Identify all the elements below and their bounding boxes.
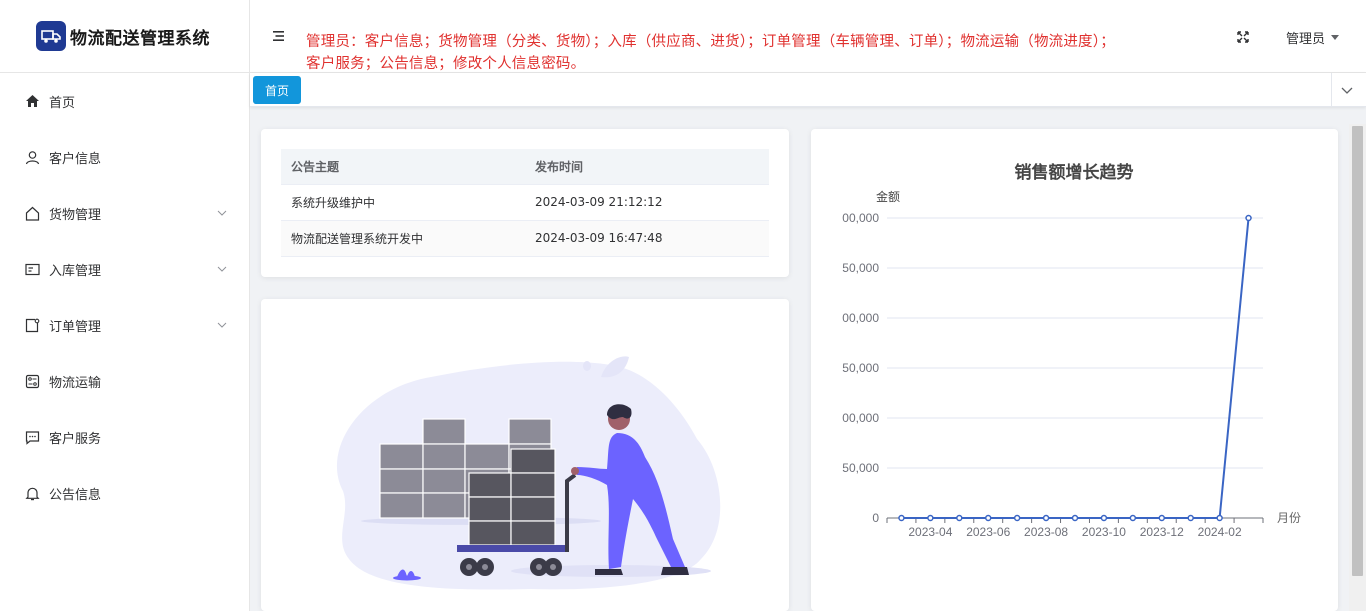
data-point[interactable] — [898, 514, 905, 522]
logo: 物流配送管理系统 — [0, 0, 249, 73]
sidebar-item-label: 物流运输 — [49, 375, 102, 391]
sidebar-item-orders[interactable]: 订单管理 — [0, 297, 249, 353]
sidebar-item-service[interactable]: 客户服务 — [0, 409, 249, 465]
notice-title: 物流配送管理系统开发中 — [281, 220, 525, 257]
notice-title: 系统升级维护中 — [281, 184, 525, 221]
sidebar-item-customers[interactable]: 客户信息 — [0, 129, 249, 185]
house-icon — [24, 205, 40, 221]
table-header-row: 公告主题 发布时间 — [281, 149, 769, 185]
sidebar-item-label: 客户信息 — [49, 151, 102, 167]
notice-time: 2024-03-09 21:12:12 — [525, 184, 769, 221]
sidebar-item-label: 首页 — [49, 95, 76, 111]
notice-line-2: 客户服务；公告信息；修改个人信息密码。 — [306, 56, 586, 72]
x-tick-label: 2023-12 — [1140, 525, 1184, 539]
data-point[interactable] — [1100, 514, 1108, 522]
y-tick-label: 50,000 — [842, 261, 879, 275]
fullscreen-icon[interactable] — [1236, 30, 1250, 44]
sidebar-item-home[interactable]: 首页 — [0, 73, 249, 129]
notice-time: 2024-03-09 16:47:48 — [525, 220, 769, 257]
y-tick-label: 50,000 — [842, 361, 879, 375]
top-header: 管理员：客户信息；货物管理（分类、货物）；入库（供应商、进货）；订单管理（车辆管… — [250, 0, 1366, 73]
chat-icon — [24, 429, 40, 445]
user-dropdown[interactable]: 管理员 — [1286, 28, 1340, 47]
y-tick-label: 0 — [872, 511, 879, 525]
data-point[interactable] — [984, 514, 992, 522]
delivery-worker-illustration — [336, 356, 721, 590]
y-tick-label: 00,000 — [842, 211, 879, 225]
sidebar: 物流配送管理系统 首页 客户信息 货物管理 入库管理 订单管理 物流运输 客户服… — [0, 0, 250, 611]
x-tick-label: 2023-08 — [1024, 525, 1068, 539]
user-icon — [24, 149, 40, 165]
truck-logo-icon — [36, 21, 66, 51]
chevron-down-icon — [217, 322, 227, 328]
notices-table: 公告主题 发布时间 系统升级维护中 2024-03-09 21:12:12 物流… — [281, 149, 769, 257]
sidebar-item-announcements[interactable]: 公告信息 — [0, 465, 249, 521]
sidebar-menu: 首页 客户信息 货物管理 入库管理 订单管理 物流运输 客户服务 公告信息 — [0, 73, 249, 521]
hamburger-icon[interactable] — [272, 30, 286, 42]
sidebar-item-label: 货物管理 — [49, 207, 102, 223]
tags-bar: 首页 — [250, 73, 1366, 107]
notices-card: 公告主题 发布时间 系统升级维护中 2024-03-09 21:12:12 物流… — [261, 129, 789, 277]
data-point[interactable] — [927, 514, 934, 522]
table-row[interactable]: 物流配送管理系统开发中 2024-03-09 16:47:48 — [281, 220, 769, 257]
caret-down-icon — [1331, 35, 1340, 40]
illustration-card — [261, 299, 789, 611]
notice-line-1: 管理员：客户信息；货物管理（分类、货物）；入库（供应商、进货）；订单管理（车辆管… — [306, 34, 1115, 50]
y-tick-label: 00,000 — [842, 411, 879, 425]
data-point[interactable] — [1071, 514, 1079, 522]
user-label: 管理员 — [1286, 32, 1326, 47]
data-point[interactable] — [956, 514, 963, 522]
permissions-notice: 管理员：客户信息；货物管理（分类、货物）；入库（供应商、进货）；订单管理（车辆管… — [306, 31, 1226, 75]
chart-xlabel: 月份 — [1277, 511, 1301, 525]
x-tick-label: 2023-06 — [966, 525, 1010, 539]
data-point[interactable] — [1129, 514, 1137, 522]
column-header-title: 公告主题 — [281, 149, 525, 185]
table-row[interactable]: 系统升级维护中 2024-03-09 21:12:12 — [281, 184, 769, 221]
x-tick-label: 2024-02 — [1198, 525, 1242, 539]
tab-home[interactable]: 首页 — [253, 76, 302, 104]
sidebar-item-label: 入库管理 — [49, 263, 102, 279]
sidebar-item-logistics[interactable]: 物流运输 — [0, 353, 249, 409]
sidebar-item-label: 订单管理 — [49, 319, 102, 335]
sidebar-item-label: 客户服务 — [49, 431, 102, 447]
y-tick-label: 00,000 — [842, 311, 879, 325]
tags-divider — [1331, 73, 1332, 107]
data-point[interactable] — [1013, 514, 1021, 522]
chevron-down-icon[interactable] — [1340, 83, 1354, 97]
truck-list-icon — [24, 373, 40, 389]
x-tick-label: 2023-04 — [908, 525, 952, 539]
data-point[interactable] — [1042, 514, 1050, 522]
order-icon — [24, 317, 40, 333]
x-tick-label: 2023-10 — [1082, 525, 1126, 539]
data-point[interactable] — [1158, 514, 1166, 522]
y-tick-label: 50,000 — [842, 461, 879, 475]
bell-icon — [24, 485, 40, 501]
sales-trend-chart-card: 销售额增长趋势 金额 月份 0 50,000 00,000 50,000 00,000 5… — [811, 129, 1338, 611]
sales-trend-chart: 销售额增长趋势 金额 月份 0 50,000 00,000 50,000 00,000 5… — [842, 162, 1301, 539]
data-point[interactable] — [1187, 514, 1194, 522]
card-icon — [24, 261, 40, 277]
column-header-time: 发布时间 — [525, 149, 769, 185]
app-title: 物流配送管理系统 — [70, 28, 210, 49]
scrollbar-thumb[interactable] — [1352, 126, 1363, 576]
sidebar-item-stock-in[interactable]: 入库管理 — [0, 241, 249, 297]
chevron-down-icon — [217, 266, 227, 272]
data-point[interactable] — [1216, 514, 1223, 522]
chart-title: 销售额增长趋势 — [1015, 162, 1134, 182]
chart-ylabel: 金额 — [876, 189, 900, 204]
data-point[interactable] — [1245, 214, 1252, 222]
home-icon — [24, 93, 40, 109]
main-scrollbar[interactable] — [1349, 124, 1366, 611]
sidebar-item-label: 公告信息 — [49, 487, 102, 503]
sidebar-item-goods[interactable]: 货物管理 — [0, 185, 249, 241]
chevron-down-icon — [217, 210, 227, 216]
